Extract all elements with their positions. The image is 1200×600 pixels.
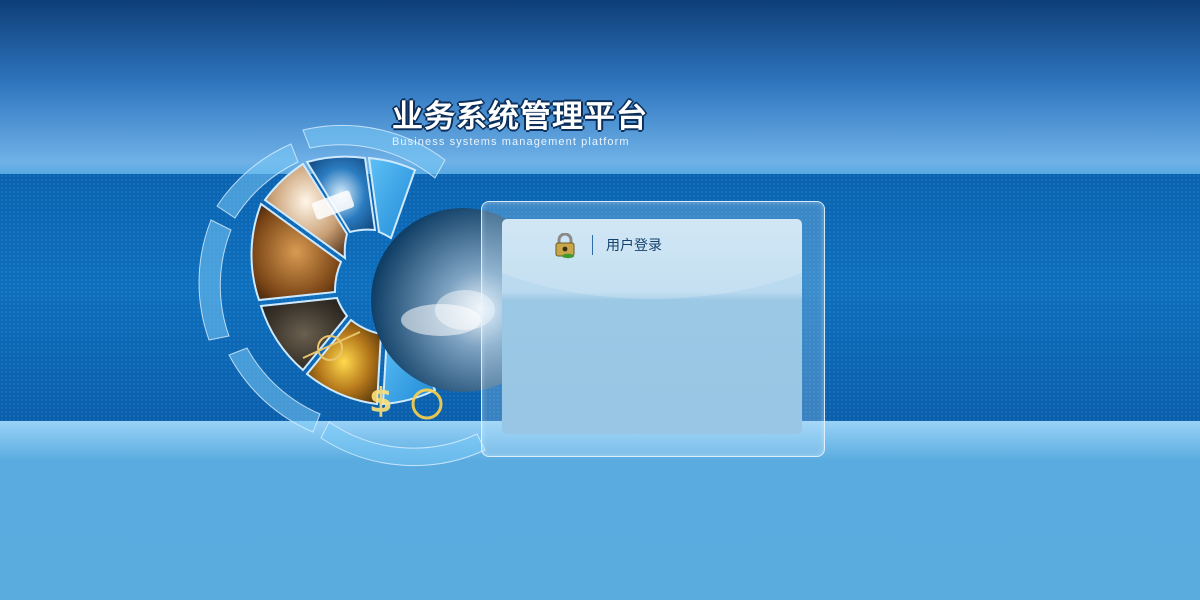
platform-subtitle: Business systems management platform xyxy=(392,136,630,148)
lock-icon xyxy=(555,233,575,259)
brand: 业务系统管理平台 Business systems management pla… xyxy=(392,98,692,149)
login-panel-header: 用户登录 xyxy=(502,219,802,271)
platform-title: 业务系统管理平台 xyxy=(392,99,648,135)
svg-text:$: $ xyxy=(369,381,393,421)
login-panel: 用户登录 xyxy=(502,219,802,434)
header-divider xyxy=(592,235,593,255)
login-title: 用户登录 xyxy=(606,238,662,254)
